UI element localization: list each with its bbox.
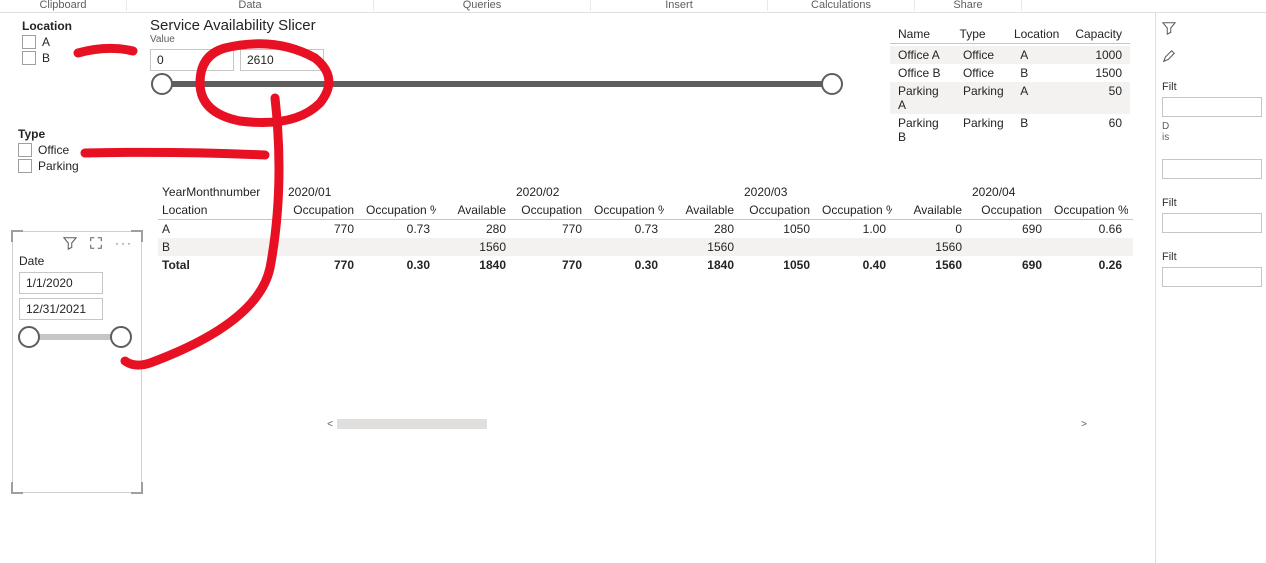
matrix-row-total[interactable]: Total 7700.301840 7700.301840 10500.4015… [158, 256, 1133, 274]
filter-card[interactable] [1162, 159, 1262, 179]
filter-card[interactable] [1162, 213, 1262, 233]
date-to-input[interactable]: 12/31/2021 [19, 298, 103, 320]
matrix-measure-header: Occupation [968, 201, 1048, 219]
value-slider-handle-min[interactable] [151, 73, 173, 95]
date-slicer[interactable]: ··· Date 1/1/2020 12/31/2021 [12, 231, 142, 493]
value-slicer[interactable]: Service Availability Slicer Value 0 2610 [150, 17, 860, 87]
date-slider-track[interactable] [29, 334, 121, 340]
filter-icon[interactable] [63, 236, 77, 250]
filter-field: D [1162, 121, 1260, 132]
table-row[interactable]: Parking A Parking A 50 [890, 82, 1130, 114]
table-row[interactable]: Office B Office B 1500 [890, 64, 1130, 82]
ref-header-capacity: Capacity [1067, 25, 1130, 43]
matrix-measure-header: Occupation [740, 201, 816, 219]
ribbon-tab-queries[interactable]: Queries [374, 0, 591, 11]
resize-handle-icon[interactable] [11, 230, 23, 242]
report-canvas[interactable]: Location A B Type Office Parking [0, 13, 1155, 563]
filter-icon[interactable] [1162, 21, 1176, 35]
pencil-icon[interactable] [1162, 49, 1176, 63]
matrix-row-field: YearMonthnumber [158, 183, 284, 201]
ribbon-tab-data[interactable]: Data [127, 0, 374, 11]
matrix-measure-header: Available [664, 201, 740, 219]
type-option-parking[interactable]: Parking [18, 159, 128, 173]
matrix-col-field: Location [158, 201, 284, 219]
matrix-measure-header: Occupation % [588, 201, 664, 219]
matrix-row[interactable]: B 1560 1560 1560 [158, 238, 1133, 256]
ribbon-tab-share[interactable]: Share [915, 0, 1022, 11]
matrix-h-scrollbar[interactable]: < > [323, 417, 1091, 431]
date-slider-handle-max[interactable] [110, 326, 132, 348]
value-slicer-title: Service Availability Slicer [150, 17, 860, 34]
scroll-thumb[interactable] [337, 419, 487, 429]
matrix-period: 2020/02 [512, 183, 563, 201]
matrix-period: 2020/03 [740, 183, 791, 201]
ref-table-header: Name Type Location Capacity [890, 25, 1130, 44]
matrix-row[interactable]: A 7700.73280 7700.73280 10501.000 6900.6… [158, 220, 1133, 238]
location-option-a[interactable]: A [22, 35, 132, 49]
scroll-right-icon[interactable]: > [1077, 419, 1091, 430]
value-slider-track[interactable] [162, 81, 832, 87]
matrix-measure-header: Available [892, 201, 968, 219]
filter-condition: is [1162, 132, 1260, 143]
filters-heading: Filt [1162, 251, 1260, 263]
date-slider-handle-min[interactable] [18, 326, 40, 348]
resize-handle-icon[interactable] [11, 482, 23, 494]
matrix-measure-header: Occupation % [1048, 201, 1128, 219]
value-slicer-field: Value [150, 34, 860, 45]
matrix-measure-header: Occupation [512, 201, 588, 219]
matrix-period: 2020/04 [968, 183, 1019, 201]
type-slicer-title: Type [18, 127, 128, 141]
ribbon-tab-calculations[interactable]: Calculations [768, 0, 915, 11]
location-slicer-title: Location [22, 19, 132, 33]
matrix-visual[interactable]: YearMonthnumber 2020/01 2020/02 2020/03 … [158, 183, 1133, 433]
filters-heading: Filt [1162, 197, 1260, 209]
matrix-measure-header: Available [436, 201, 512, 219]
type-option-label: Office [38, 143, 69, 157]
location-option-label: B [42, 51, 50, 65]
resize-handle-icon[interactable] [131, 482, 143, 494]
type-option-office[interactable]: Office [18, 143, 128, 157]
reference-table[interactable]: Name Type Location Capacity Office A Off… [890, 25, 1130, 146]
filter-card[interactable] [1162, 267, 1262, 287]
value-slider-handle-max[interactable] [821, 73, 843, 95]
filter-card[interactable] [1162, 97, 1262, 117]
checkbox-icon[interactable] [18, 143, 32, 157]
type-option-label: Parking [38, 159, 79, 173]
focus-mode-icon[interactable] [89, 236, 103, 250]
date-slicer-title: Date [13, 254, 141, 268]
ribbon-tab-clipboard[interactable]: Clipboard [0, 0, 127, 11]
right-pane[interactable]: Filt D is Filt Filt [1155, 13, 1266, 563]
location-option-b[interactable]: B [22, 51, 132, 65]
scroll-left-icon[interactable]: < [323, 419, 337, 430]
date-from-input[interactable]: 1/1/2020 [19, 272, 103, 294]
ribbon: Clipboard Data Queries Insert Calculatio… [0, 0, 1266, 13]
filters-heading: Filt [1162, 81, 1260, 93]
table-row[interactable]: Office A Office A 1000 [890, 46, 1130, 64]
ref-header-type: Type [952, 25, 1006, 43]
resize-handle-icon[interactable] [131, 230, 143, 242]
matrix-period: 2020/01 [284, 183, 335, 201]
type-slicer[interactable]: Type Office Parking [18, 127, 128, 175]
matrix-measure-header: Occupation % [816, 201, 892, 219]
table-row[interactable]: Parking B Parking B 60 [890, 114, 1130, 146]
matrix-measure-header: Occupation % [360, 201, 436, 219]
ref-header-name: Name [890, 25, 952, 43]
scroll-track[interactable] [337, 418, 1077, 430]
matrix-measure-header: Occupation [284, 201, 360, 219]
ribbon-tab-insert[interactable]: Insert [591, 0, 768, 11]
ref-header-location: Location [1006, 25, 1067, 43]
checkbox-icon[interactable] [18, 159, 32, 173]
location-option-label: A [42, 35, 50, 49]
value-max-input[interactable]: 2610 [240, 49, 324, 71]
checkbox-icon[interactable] [22, 51, 36, 65]
value-min-input[interactable]: 0 [150, 49, 234, 71]
location-slicer[interactable]: Location A B [22, 19, 132, 67]
checkbox-icon[interactable] [22, 35, 36, 49]
